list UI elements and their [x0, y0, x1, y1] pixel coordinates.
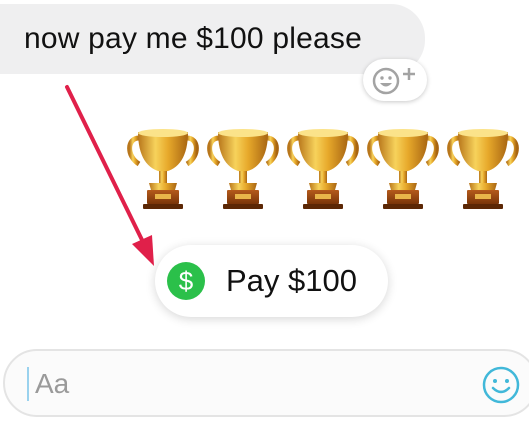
add-reaction-button[interactable]	[363, 59, 427, 101]
trophy-emoji-row	[0, 126, 529, 216]
dollar-icon: $	[167, 262, 205, 300]
trophy-icon	[365, 126, 441, 214]
received-message-bubble[interactable]: now pay me $100 please	[0, 4, 425, 74]
svg-text:$: $	[179, 266, 194, 296]
pay-button[interactable]: $ Pay $100	[155, 245, 388, 317]
emoji-button[interactable]	[481, 365, 521, 405]
message-composer[interactable]	[3, 349, 529, 417]
trophy-icon	[445, 126, 521, 214]
text-cursor	[27, 367, 29, 401]
trophy-icon	[285, 126, 361, 214]
trophy-icon	[125, 126, 201, 214]
trophy-icon	[205, 126, 281, 214]
pay-label: Pay $100	[226, 263, 357, 298]
add-reaction-icon	[372, 67, 415, 95]
message-text: now pay me $100 please	[24, 22, 362, 55]
smiley-icon	[482, 366, 520, 404]
message-input[interactable]	[35, 365, 455, 403]
